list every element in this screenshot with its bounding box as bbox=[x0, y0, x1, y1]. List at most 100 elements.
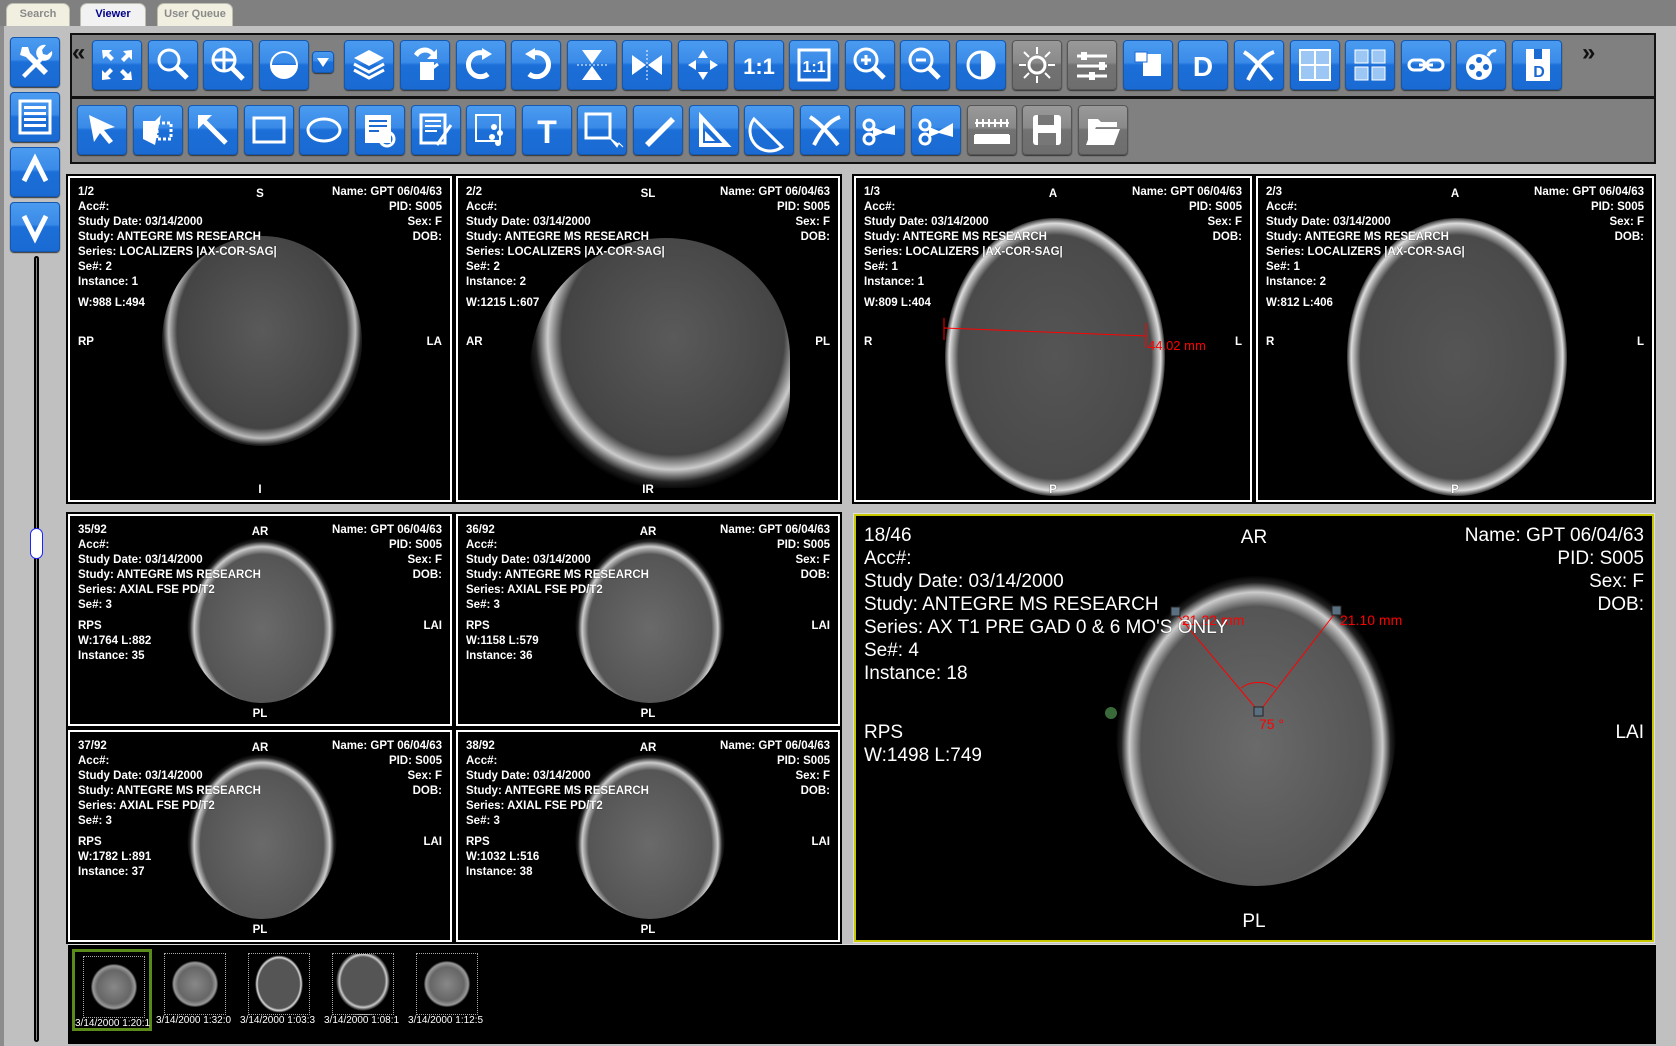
series-thumbnail[interactable]: 3/14/2000 1:08:1 bbox=[324, 949, 404, 1031]
rotate-flip-button[interactable] bbox=[400, 40, 450, 90]
tab-viewer[interactable]: Viewer bbox=[80, 3, 146, 26]
next-button[interactable] bbox=[10, 202, 60, 252]
measurement-label: 44.02 mm bbox=[1148, 338, 1206, 353]
copy-button[interactable] bbox=[1122, 40, 1173, 90]
export-dicom-button[interactable]: D bbox=[1512, 40, 1562, 90]
overlay-name: Name: GPT 06/04/63 bbox=[332, 740, 442, 752]
overlay-sex: Sex: F bbox=[407, 216, 442, 228]
cross-reference-button[interactable] bbox=[1234, 40, 1284, 90]
invert-button[interactable] bbox=[956, 40, 1006, 90]
overlay-instance: Instance: 36 bbox=[466, 650, 533, 662]
roi-select-icon bbox=[584, 112, 624, 148]
study-list-button[interactable] bbox=[10, 92, 60, 142]
invert-icon bbox=[966, 50, 996, 80]
true-size-button[interactable]: 1:1 bbox=[789, 40, 840, 90]
overlay-series: Series: AXIAL FSE PD/T2 bbox=[78, 800, 215, 812]
ruler-button[interactable] bbox=[633, 105, 683, 155]
overlay-name: Name: GPT 06/04/63 bbox=[1534, 186, 1644, 198]
viewport[interactable]: SL IR 2/2 Acc#: Study Date: 03/14/2000 Study:… bbox=[454, 174, 842, 504]
flip-vertical-button[interactable] bbox=[566, 40, 617, 90]
cut-series-button[interactable] bbox=[911, 105, 961, 155]
overlay-study: Study: ANTEGRE MS RESEARCH bbox=[864, 594, 1159, 615]
annotation-note-button[interactable] bbox=[355, 105, 405, 155]
layout-3x3-button[interactable] bbox=[1345, 40, 1396, 90]
stack-button[interactable] bbox=[344, 40, 395, 90]
series-thumbnail[interactable]: 3/14/2000 1:12:5 bbox=[408, 949, 488, 1031]
layout-2x2-button[interactable] bbox=[1289, 40, 1340, 90]
tab-user-queue[interactable]: User Queue bbox=[157, 3, 233, 26]
roi-select-button[interactable] bbox=[577, 105, 628, 155]
viewport[interactable]: 44.02 mm A P 1/3 Acc#: Study Date: 03/14/2000… bbox=[852, 174, 1254, 504]
viewport[interactable]: A P 2/3 Acc#: Study Date: 03/14/2000 Study: A… bbox=[1254, 174, 1656, 504]
viewport[interactable]: AR PL 35/92 Acc#: Study Date: 03/14/2000 Stud… bbox=[66, 512, 454, 728]
protractor-button[interactable] bbox=[744, 105, 795, 155]
brightness-button[interactable] bbox=[1011, 40, 1062, 90]
magnify-button[interactable] bbox=[147, 40, 198, 90]
fit-screen-button[interactable] bbox=[92, 40, 142, 90]
copy-icon bbox=[1134, 51, 1161, 76]
viewport[interactable]: AR PL 37/92 Acc#: Study Date: 03/14/2000 Stud… bbox=[66, 728, 454, 944]
actual-size-icon: 1:1 bbox=[743, 54, 775, 79]
overlay-dob: DOB: bbox=[1212, 231, 1242, 243]
arrow-button[interactable] bbox=[188, 105, 239, 155]
series-slider-track[interactable] bbox=[34, 256, 39, 1042]
viewport[interactable]: S I 1/2 Acc#: Study Date: 03/14/2000 Study: A… bbox=[66, 174, 454, 504]
rotate-counterclockwise-button[interactable] bbox=[511, 40, 562, 90]
series-thumbnail[interactable]: 3/14/2000 1:20:1 bbox=[72, 949, 152, 1031]
zoom-out-button[interactable] bbox=[900, 40, 951, 90]
rotate-clockwise-button[interactable] bbox=[455, 40, 506, 90]
zoom-in-button[interactable] bbox=[844, 40, 895, 90]
series-thumbnail[interactable]: 3/14/2000 1:03:3 bbox=[240, 949, 320, 1031]
freehand-note-button[interactable] bbox=[410, 105, 461, 155]
flip-horizontal-button[interactable] bbox=[622, 40, 673, 90]
actual-size-button[interactable]: 1:1 bbox=[733, 40, 784, 90]
text-button[interactable]: T bbox=[521, 105, 572, 155]
angle-button[interactable] bbox=[688, 105, 739, 155]
series-thumbnail[interactable]: 3/14/2000 1:32:0 bbox=[156, 949, 236, 1031]
overlay-se: Se#: 3 bbox=[466, 599, 500, 611]
svg-text:D: D bbox=[1533, 64, 1545, 81]
viewport[interactable]: AR PL 38/92 Acc#: Study Date: 03/14/2000 Stud… bbox=[454, 728, 842, 944]
tab-search[interactable]: Search bbox=[6, 3, 70, 26]
thumbnail-label: 3/14/2000 1:12:5 bbox=[408, 1015, 484, 1026]
collapse-left-button[interactable]: « bbox=[72, 41, 85, 65]
open-folder-button[interactable] bbox=[1077, 105, 1128, 155]
window-level-presets-dropdown[interactable] bbox=[312, 51, 335, 73]
adjust-button[interactable] bbox=[1067, 40, 1118, 90]
overlay-acc: Acc#: bbox=[864, 201, 896, 213]
overlay-instance: Instance: 2 bbox=[1266, 276, 1327, 288]
overlay-sex: Sex: F bbox=[795, 216, 830, 228]
select-region-button[interactable] bbox=[132, 105, 183, 155]
series-slider-thumb[interactable] bbox=[30, 527, 43, 559]
tools-button[interactable] bbox=[10, 37, 60, 87]
overlay-sex: Sex: F bbox=[795, 554, 830, 566]
window-level-button[interactable] bbox=[258, 40, 309, 90]
cut-image-button[interactable] bbox=[855, 105, 906, 155]
cine-button[interactable] bbox=[1456, 40, 1507, 90]
clear-measurements-button[interactable] bbox=[799, 105, 850, 155]
rectangle-button[interactable] bbox=[243, 105, 294, 155]
overlay-id: 1/3 bbox=[864, 186, 880, 198]
pan-zoom-button[interactable] bbox=[203, 40, 254, 90]
text-icon: T bbox=[537, 114, 557, 150]
layout-2x2-icon bbox=[1298, 49, 1331, 81]
select-button[interactable] bbox=[77, 105, 127, 155]
mri-image bbox=[187, 754, 337, 919]
arrow-icon bbox=[198, 115, 228, 145]
calibration-button[interactable] bbox=[966, 105, 1017, 155]
link-series-button[interactable] bbox=[1400, 40, 1451, 90]
mri-image bbox=[187, 538, 337, 703]
viewport[interactable]: AR PL 36/92 Acc#: Study Date: 03/14/2000 Stud… bbox=[454, 512, 842, 728]
point-cloud-button[interactable] bbox=[466, 105, 517, 155]
point-cloud-icon bbox=[475, 114, 504, 146]
previous-button[interactable] bbox=[10, 147, 60, 197]
viewport[interactable]: 21.22 mm 21.10 mm 75 ° AR PL 18/46 Acc#: Stud… bbox=[853, 513, 1655, 943]
adjust-icon bbox=[1077, 52, 1108, 80]
orientation-left: RP bbox=[78, 336, 94, 348]
dicom-info-button[interactable]: D bbox=[1178, 40, 1229, 90]
save-button[interactable] bbox=[1022, 105, 1073, 155]
overlay-study: Study: ANTEGRE MS RESEARCH bbox=[466, 569, 649, 581]
collapse-right-button[interactable]: » bbox=[1582, 41, 1595, 65]
center-image-button[interactable] bbox=[678, 40, 728, 90]
ellipse-button[interactable] bbox=[299, 105, 350, 155]
